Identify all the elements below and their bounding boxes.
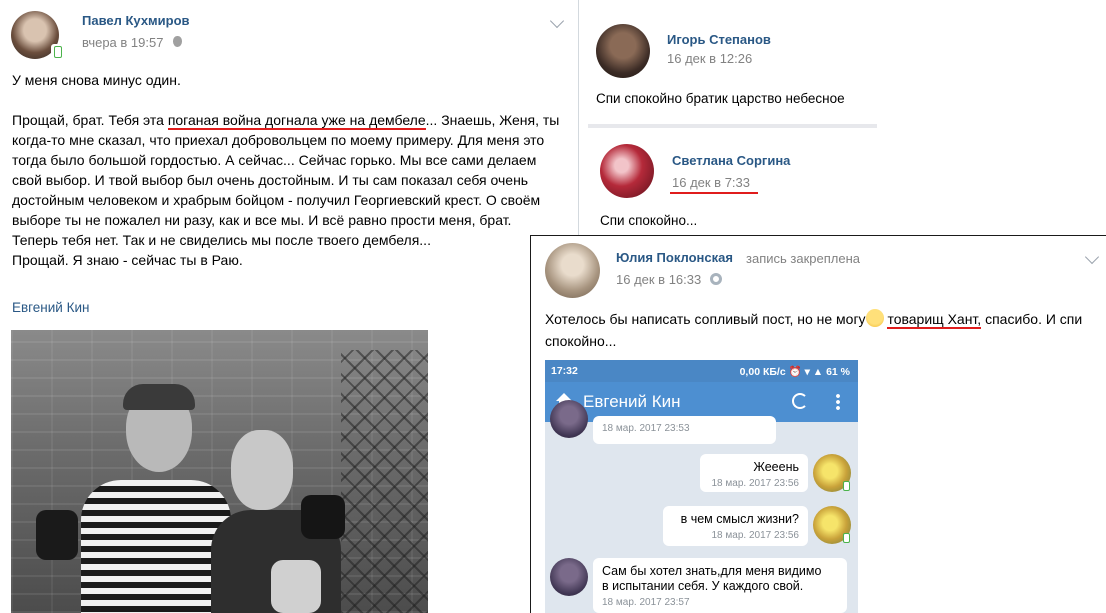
chat-message: Жееень 18 мар. 2017 23:56 xyxy=(700,454,808,492)
post-text: У меня снова минус один. Прощай, брат. Т… xyxy=(12,70,572,290)
pinned-label: запись закреплена xyxy=(746,251,860,266)
commenter-avatar[interactable] xyxy=(600,144,654,198)
text-span: ... Знаешь, Женя, ты xyxy=(425,112,560,128)
message-time: 18 мар. 2017 23:57 xyxy=(602,597,690,608)
mobile-online-icon xyxy=(51,44,63,58)
apple-icon xyxy=(173,36,182,47)
photo-glove xyxy=(301,495,345,539)
signature-link[interactable]: Евгений Кин xyxy=(12,300,89,315)
comment-author[interactable]: Игорь Степанов xyxy=(667,32,771,47)
status-time: 17:32 xyxy=(551,365,578,377)
text-span: когда-то мне сказал, что приехал доброво… xyxy=(12,132,545,268)
pensive-emoji-icon xyxy=(865,309,884,327)
post-time[interactable]: вчера в 19:57 xyxy=(82,35,163,50)
photo-person-cap xyxy=(123,384,195,410)
message-text: Жееень xyxy=(753,460,799,474)
comment-text: Спи спокойно братик царство небесное xyxy=(596,91,845,106)
chat-message: в чем смысл жизни? 18 мар. 2017 23:56 xyxy=(663,506,808,546)
message-time: 18 мар. 2017 23:56 xyxy=(711,478,799,489)
photo-person-body xyxy=(81,480,231,613)
red-underline xyxy=(670,192,758,194)
message-time: 18 мар. 2017 23:53 xyxy=(602,423,690,434)
message-time: 18 мар. 2017 23:56 xyxy=(711,530,799,541)
chat-avatar xyxy=(550,558,588,596)
comments-panel xyxy=(580,0,1106,237)
post-photo[interactable] xyxy=(11,330,428,613)
comment-text: Спи спокойно... xyxy=(600,213,698,228)
author-name[interactable]: Юлия Поклонская xyxy=(616,250,733,265)
text-span: спасибо. И спи xyxy=(981,311,1083,327)
status-bar: 17:32 0,00 КБ/с ⏰ ▾ ▲ 61 % xyxy=(545,360,858,382)
photo-person xyxy=(71,384,231,613)
highlighted-phrase: товарищ Хант, xyxy=(887,311,982,329)
photo-grate xyxy=(341,350,428,613)
refresh-icon xyxy=(792,393,808,409)
status-indicators: 0,00 КБ/с ⏰ ▾ ▲ 61 % xyxy=(739,366,850,378)
comment-time[interactable]: 16 дек в 12:26 xyxy=(667,51,752,66)
post-paragraph: Прощай, брат. Тебя эта поганая война дог… xyxy=(12,110,572,270)
post-text: Хотелось бы написать сопливый пост, но н… xyxy=(545,308,1100,352)
chat-avatar xyxy=(550,400,588,438)
text-span: Прощай, брат. Тебя эта xyxy=(12,112,168,128)
separator xyxy=(588,124,877,128)
text-span: спокойно... xyxy=(545,333,617,349)
text-span: Хотелось бы написать сопливый пост, но н… xyxy=(545,311,866,327)
more-vertical-icon xyxy=(836,393,840,411)
gear-icon xyxy=(710,273,722,285)
chat-title: Евгений Кин xyxy=(583,392,681,411)
highlighted-phrase: поганая война догнала уже на дембеле xyxy=(167,112,426,130)
post-time[interactable]: 16 дек в 16:33 xyxy=(616,272,701,287)
left-post: Павел Кухмиров вчера в 19:57 У меня снов… xyxy=(0,0,580,613)
chevron-down-icon[interactable] xyxy=(549,13,565,29)
phone-screenshot[interactable]: 17:32 0,00 КБ/с ⏰ ▾ ▲ 61 % Евгений Кин 1… xyxy=(545,360,858,613)
message-text: в чем смысл жизни? xyxy=(680,512,799,526)
post-paragraph: У меня снова минус один. xyxy=(12,72,181,88)
mobile-online-icon xyxy=(843,481,850,491)
message-text: Сам бы хотел знать,для меня видимо в исп… xyxy=(602,564,822,593)
photo-glove xyxy=(36,510,78,560)
author-avatar[interactable] xyxy=(545,243,600,298)
photo-person-head xyxy=(231,430,293,510)
comment-author[interactable]: Светлана Соргина xyxy=(672,153,790,168)
author-name[interactable]: Павел Кухмиров xyxy=(82,13,190,28)
divider xyxy=(578,0,579,237)
photo-thumb xyxy=(271,560,321,613)
chat-message: 18 мар. 2017 23:53 xyxy=(593,416,776,444)
mobile-online-icon xyxy=(843,533,850,543)
comment-time[interactable]: 16 дек в 7:33 xyxy=(672,175,750,190)
chat-message: Сам бы хотел знать,для меня видимо в исп… xyxy=(593,558,847,613)
commenter-avatar[interactable] xyxy=(596,24,650,78)
